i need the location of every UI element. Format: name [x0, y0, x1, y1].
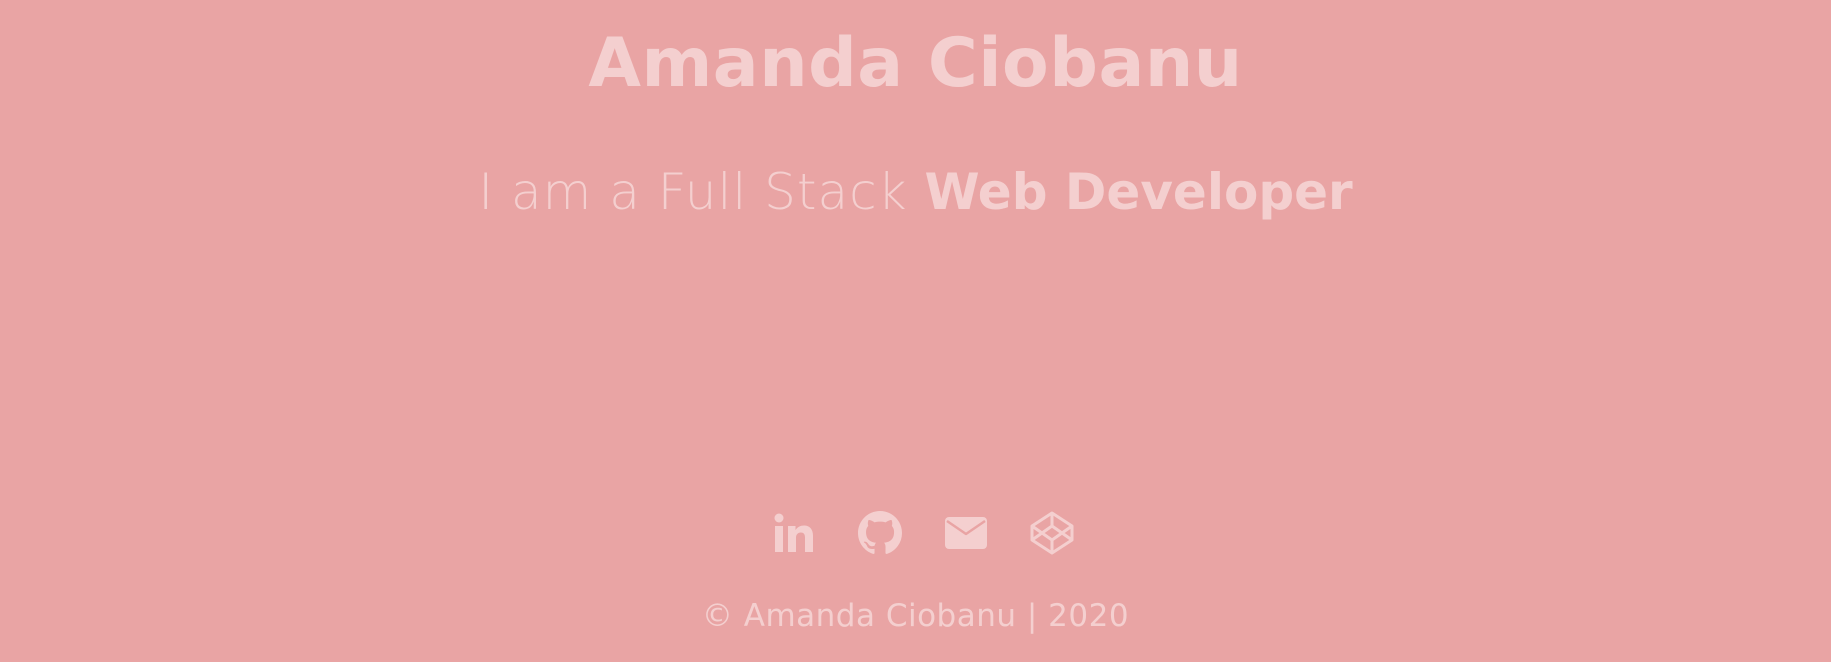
codepen-link[interactable]: [1029, 510, 1075, 556]
social-links: [0, 510, 1831, 556]
copyright-footer: © Amanda Ciobanu | 2020: [701, 598, 1130, 634]
linkedin-link[interactable]: [771, 510, 817, 556]
page-title: Amanda Ciobanu: [588, 24, 1243, 103]
email-link[interactable]: [943, 510, 989, 556]
codepen-icon: [1030, 511, 1074, 555]
github-icon: [858, 511, 902, 554]
hero-tagline: I am a Full Stack Web Developer: [0, 160, 1831, 224]
email-icon: [945, 517, 987, 549]
tagline-prefix: I am a Full Stack: [478, 163, 925, 221]
linkedin-icon: [774, 513, 813, 552]
github-link[interactable]: [857, 510, 903, 556]
tagline-highlight: Web Developer: [924, 163, 1353, 221]
